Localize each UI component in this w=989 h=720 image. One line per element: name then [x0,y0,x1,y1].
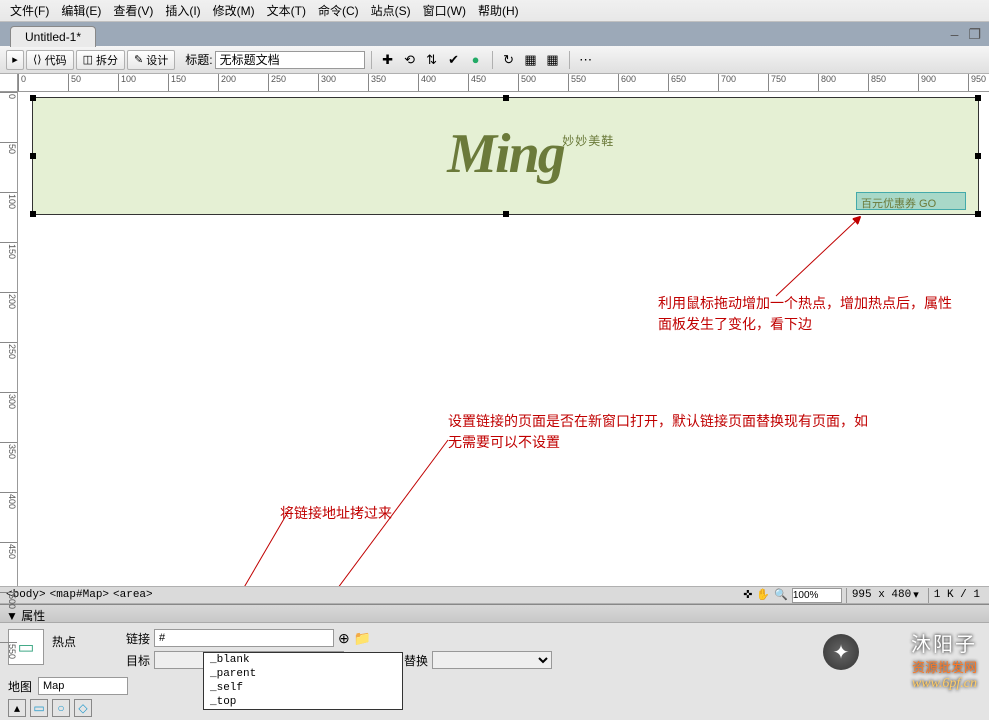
point-to-file-icon[interactable]: ⊕ [338,630,350,647]
tab-window-controls: – ❐ [951,26,981,43]
workspace: 050100150200250300350400450500550 Ming 妙… [0,92,989,586]
map-label: 地图 [8,678,32,695]
menu-insert[interactable]: 插入(I) [159,0,206,21]
menu-text[interactable]: 文本(T) [261,0,312,21]
zoom-tool-icon[interactable]: 🔍 [774,588,788,602]
expand-toolbar-button[interactable]: ▸ [6,50,24,70]
menu-modify[interactable]: 修改(M) [207,0,261,21]
rect-hotspot-tool[interactable]: ▭ [30,699,48,717]
canvas-dimensions: 995 x 480▾ [846,588,924,603]
alt-select[interactable] [432,651,552,669]
options-icon[interactable]: ▦ [521,50,541,70]
ruler-corner [0,74,18,92]
menu-help[interactable]: 帮助(H) [472,0,525,21]
separator [492,51,493,69]
title-label: 标题: [185,51,212,68]
wechat-icon: ✦ [823,634,859,670]
menu-site[interactable]: 站点(S) [365,0,417,21]
poly-hotspot-tool[interactable]: ◇ [74,699,92,717]
map-tools: ▴ ▭ ○ ◇ [0,697,989,719]
logo-subtitle: 妙妙美鞋 [562,132,614,149]
annotation-text-2: 设置链接的页面是否在新窗口打开，默认链接页面替换现有页面，如无需要可以不设置 [448,412,868,454]
resize-handle[interactable] [975,211,981,217]
tab-bar: Untitled-1* – ❐ [0,22,989,46]
zoom-select[interactable] [792,588,842,603]
tag-area[interactable]: <area> [111,589,155,601]
file-size: 1 K / 1 [928,588,985,603]
code-icon: ⟨⟩ [33,53,42,66]
split-icon: ◫ [83,53,93,66]
ruler-horizontal: 0501001502002503003504004505005506006507… [18,74,989,92]
menu-file[interactable]: 文件(F) [4,0,55,21]
link-label: 链接 [120,630,150,647]
minimize-icon[interactable]: – [951,26,959,43]
separator [569,51,570,69]
menu-edit[interactable]: 编辑(E) [55,0,107,21]
map-name-input[interactable] [38,677,128,695]
split-view-button[interactable]: ◫拆分 [76,50,125,70]
maximize-icon[interactable]: ❐ [968,26,981,43]
resize-handle[interactable] [503,211,509,217]
target-option[interactable]: _self [204,681,402,695]
banner-image[interactable]: Ming 妙妙美鞋 百元优惠券 GO [32,97,979,215]
more-icon[interactable]: ⋯ [576,50,596,70]
resize-handle[interactable] [30,211,36,217]
target-label: 目标 [120,652,150,669]
refresh-icon[interactable]: ↻ [499,50,519,70]
check-icon[interactable]: ✔ [444,50,464,70]
logo-graphic: Ming 妙妙美鞋 [33,98,978,186]
hotspot-type-label: 热点 [52,629,112,650]
link-input[interactable] [154,629,334,647]
hand-tool-icon[interactable]: ✋ [756,588,770,602]
target-option[interactable]: _parent [204,667,402,681]
separator [371,51,372,69]
menu-window[interactable]: 窗口(W) [417,0,472,21]
target-option[interactable]: _top [204,695,402,709]
menu-bar: 文件(F) 编辑(E) 查看(V) 插入(I) 修改(M) 文本(T) 命令(C… [0,0,989,22]
nav-back-icon[interactable]: ⟲ [400,50,420,70]
design-icon: ✎ [134,53,143,66]
code-view-button[interactable]: ⟨⟩代码 [26,50,74,70]
menu-commands[interactable]: 命令(C) [312,0,365,21]
browse-folder-icon[interactable]: 📁 [354,630,371,647]
properties-header[interactable]: ▼ 属性 [0,605,989,623]
sync-icon[interactable]: ⇅ [422,50,442,70]
tag-selector-bar: <body> <map#Map> <area> ✜ ✋ 🔍 995 x 480▾… [0,586,989,604]
design-view-button[interactable]: ✎设计 [127,50,175,70]
insert-icon[interactable]: ✚ [378,50,398,70]
hotspot-region[interactable]: 百元优惠券 GO [856,192,966,210]
menu-view[interactable]: 查看(V) [107,0,159,21]
watermark: 沐阳子 资源批发网 www.6pf.cn [911,628,977,692]
globe-icon[interactable]: ● [466,50,486,70]
pointer-tool[interactable]: ▴ [8,699,26,717]
design-canvas[interactable]: Ming 妙妙美鞋 百元优惠券 GO 利用鼠标拖动增加一个热点，增加热点后，属性… [18,92,989,586]
pointer-tool-icon[interactable]: ✜ [743,588,752,602]
tag-map[interactable]: <map#Map> [48,589,111,601]
annotation-text-3: 将链接地址拷过来 [280,504,392,525]
oval-hotspot-tool[interactable]: ○ [52,699,70,717]
title-input[interactable] [215,51,365,69]
annotation-text-1: 利用鼠标拖动增加一个热点，增加热点后，属性面板发生了变化，看下边 [658,294,958,336]
ruler-vertical: 050100150200250300350400450500550 [0,92,18,586]
document-tab[interactable]: Untitled-1* [10,26,96,47]
options-icon-2[interactable]: ▦ [543,50,563,70]
target-option[interactable]: _blank [204,653,402,667]
view-toolbar: ▸ ⟨⟩代码 ◫拆分 ✎设计 标题: ✚ ⟲ ⇅ ✔ ● ↻ ▦ ▦ ⋯ [0,46,989,74]
target-dropdown[interactable]: _blank _parent _self _top [203,652,403,710]
